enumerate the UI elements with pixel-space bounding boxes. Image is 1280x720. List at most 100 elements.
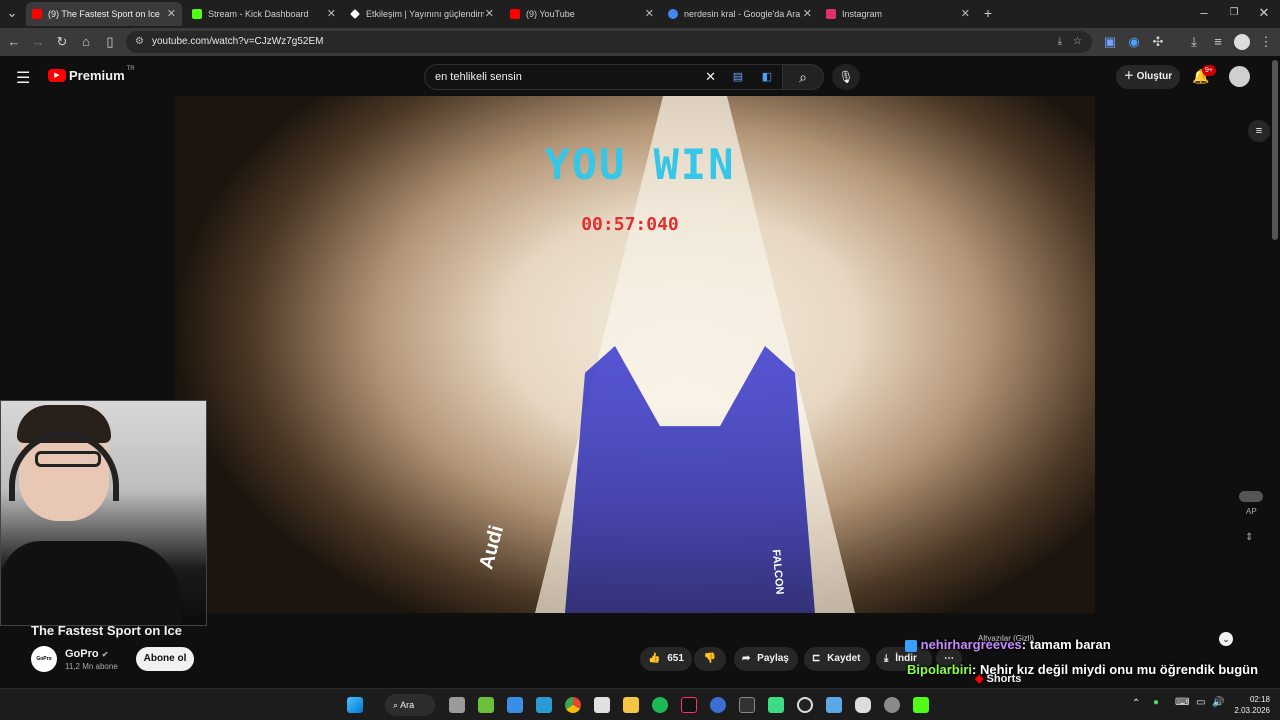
- shorts-link[interactable]: ◆ Shorts: [975, 672, 1021, 685]
- tab-etkilesim[interactable]: Etkileşim | Yayınını güçlendirme ✕: [344, 2, 500, 26]
- scrollbar[interactable]: [1272, 60, 1278, 240]
- tab-title: (9) The Fastest Sport on Ice: [48, 9, 160, 19]
- tab-instagram[interactable]: Instagram ✕: [820, 2, 976, 26]
- system-clock[interactable]: 02:18 2.03.2026: [1234, 694, 1270, 716]
- obs-icon[interactable]: [797, 697, 813, 713]
- notification-count-badge: 9+: [1202, 65, 1216, 76]
- channel-name[interactable]: GoPro ✔: [65, 648, 108, 660]
- youtube-logo[interactable]: ▶ Premium TR: [48, 65, 135, 83]
- close-icon[interactable]: ✕: [803, 7, 812, 20]
- tab-google-search[interactable]: nerdesin kral - Google'da Ara ✕: [662, 2, 818, 26]
- chat-username: nehirhargreeves: [920, 637, 1022, 652]
- share-button[interactable]: ➦ Paylaş: [734, 647, 798, 671]
- keyboard-tray-icon[interactable]: ⌨: [1175, 697, 1189, 708]
- extension-icon[interactable]: ◉: [1126, 34, 1142, 50]
- translate-extension-icon[interactable]: ▣: [1102, 34, 1118, 50]
- puzzle-extensions-icon[interactable]: ✣: [1150, 34, 1166, 50]
- volume-tray-icon[interactable]: 🔊: [1212, 697, 1224, 708]
- close-icon[interactable]: ✕: [645, 7, 654, 20]
- microphone-tray-icon[interactable]: ●: [1153, 697, 1159, 708]
- translate-overlay-icon[interactable]: ◧: [752, 64, 782, 90]
- search-input[interactable]: en tehlikeli sensin ✕: [424, 64, 724, 90]
- search-icon: ⌕: [799, 69, 807, 85]
- reading-list-icon[interactable]: ≡: [1210, 34, 1226, 50]
- voice-search-mic-icon[interactable]: 🎙: [832, 64, 860, 90]
- create-button[interactable]: ＋ Oluştur: [1116, 65, 1180, 89]
- reload-icon[interactable]: ↻: [54, 34, 70, 50]
- tab-search-icon[interactable]: ⌄: [4, 5, 20, 21]
- menu-kebab-icon[interactable]: ⋮: [1258, 34, 1274, 50]
- windows-taskbar: ⌕ Ara ⌃ ● ⌨ ▭ 🔊 02:18 2.03.2026: [0, 688, 1280, 720]
- home-icon[interactable]: ⌂: [78, 34, 94, 50]
- channel-avatar[interactable]: GoPro: [31, 646, 57, 672]
- task-view-icon[interactable]: [449, 697, 465, 713]
- chevron-down-icon[interactable]: ⌄: [1219, 632, 1233, 646]
- expand-icon[interactable]: ⇕: [1245, 532, 1253, 543]
- region-label: TR: [126, 65, 135, 72]
- dislike-button[interactable]: 👎: [694, 647, 726, 671]
- clock-time: 02:18: [1249, 695, 1270, 704]
- subscribe-button[interactable]: Abone ol: [136, 647, 194, 671]
- taskbar-search[interactable]: ⌕ Ara: [385, 694, 435, 716]
- profile-avatar[interactable]: [1234, 34, 1250, 50]
- window-close-icon[interactable]: ✕: [1256, 5, 1272, 21]
- android-icon[interactable]: [768, 697, 784, 713]
- keyboard-language-icon[interactable]: ▤: [724, 64, 752, 90]
- tab-youtube[interactable]: (9) YouTube ✕: [504, 2, 660, 26]
- taskbar-search-label: Ara: [400, 700, 415, 710]
- windows-start-icon[interactable]: [347, 697, 363, 713]
- download-icon[interactable]: ⤓: [1186, 34, 1202, 50]
- sidebar-icon[interactable]: ▯: [102, 34, 118, 50]
- minimize-icon[interactable]: –: [1196, 5, 1212, 21]
- tab-kick-dashboard[interactable]: Stream - Kick Dashboard ✕: [186, 2, 342, 26]
- terminal-icon[interactable]: [739, 697, 755, 713]
- qbittorrent-icon[interactable]: [710, 697, 726, 713]
- save-button[interactable]: ⊏ Kaydet: [804, 647, 870, 671]
- bookmark-star-icon[interactable]: ☆: [1073, 31, 1082, 53]
- plus-icon: ＋: [1123, 71, 1134, 82]
- close-icon[interactable]: ✕: [485, 7, 494, 20]
- tiktok-icon[interactable]: [681, 697, 697, 713]
- new-tab-icon[interactable]: +: [980, 5, 996, 21]
- address-bar[interactable]: ⚙ youtube.com/watch?v=CJzWz7g52EM ⤓ ☆: [126, 31, 1092, 53]
- you-win-overlay: YOU WIN: [544, 140, 736, 189]
- site-info-icon[interactable]: ⚙: [135, 31, 144, 53]
- chat-message: nehirhargreeves: tamam baran: [905, 637, 1111, 652]
- mouse-app-icon[interactable]: [855, 697, 871, 713]
- verified-icon: ✔: [101, 650, 109, 659]
- chrome-icon[interactable]: [565, 697, 581, 713]
- tray-chevron-icon[interactable]: ⌃: [1132, 698, 1140, 709]
- like-button[interactable]: 👍 651: [640, 647, 692, 671]
- clear-search-icon[interactable]: ✕: [705, 65, 716, 89]
- remote-desktop-icon[interactable]: [536, 697, 552, 713]
- chapters-list-icon[interactable]: ≡: [1248, 120, 1270, 142]
- clock-date: 2.03.2026: [1234, 706, 1270, 715]
- snipping-tool-icon[interactable]: [594, 697, 610, 713]
- video-player[interactable]: YOU WIN 00:57:040 Audi FALCON: [175, 96, 1095, 613]
- tab-fastest-sport[interactable]: (9) The Fastest Sport on Ice ✕: [26, 2, 182, 26]
- back-icon[interactable]: ←: [6, 34, 22, 50]
- hamburger-menu-icon[interactable]: ☰: [16, 68, 30, 88]
- photos-icon[interactable]: [826, 697, 842, 713]
- browser-tab-strip: ⌄ (9) The Fastest Sport on Ice ✕ Stream …: [0, 0, 1280, 28]
- kick-app-icon[interactable]: [913, 697, 929, 713]
- url-text: youtube.com/watch?v=CJzWz7g52EM: [152, 36, 324, 47]
- forward-icon[interactable]: →: [30, 34, 46, 50]
- settings-gear-icon[interactable]: [884, 697, 900, 713]
- restore-icon[interactable]: ❐: [1226, 5, 1242, 21]
- close-icon[interactable]: ✕: [327, 7, 336, 20]
- close-icon[interactable]: ✕: [961, 7, 970, 20]
- file-explorer-icon[interactable]: [623, 697, 639, 713]
- autoplay-toggle[interactable]: [1239, 491, 1263, 502]
- search-query: en tehlikeli sensin: [435, 71, 522, 83]
- account-avatar[interactable]: [1229, 66, 1250, 87]
- store-icon[interactable]: [507, 697, 523, 713]
- install-icon[interactable]: ⤓: [1058, 31, 1062, 53]
- close-icon[interactable]: ✕: [167, 7, 176, 20]
- widgets-icon[interactable]: [478, 697, 494, 713]
- spotify-icon[interactable]: [652, 697, 668, 713]
- network-tray-icon[interactable]: ▭: [1196, 697, 1205, 708]
- search-button[interactable]: ⌕: [782, 64, 824, 90]
- kick-favicon-icon: [192, 9, 202, 19]
- search-icon: ⌕: [393, 700, 399, 710]
